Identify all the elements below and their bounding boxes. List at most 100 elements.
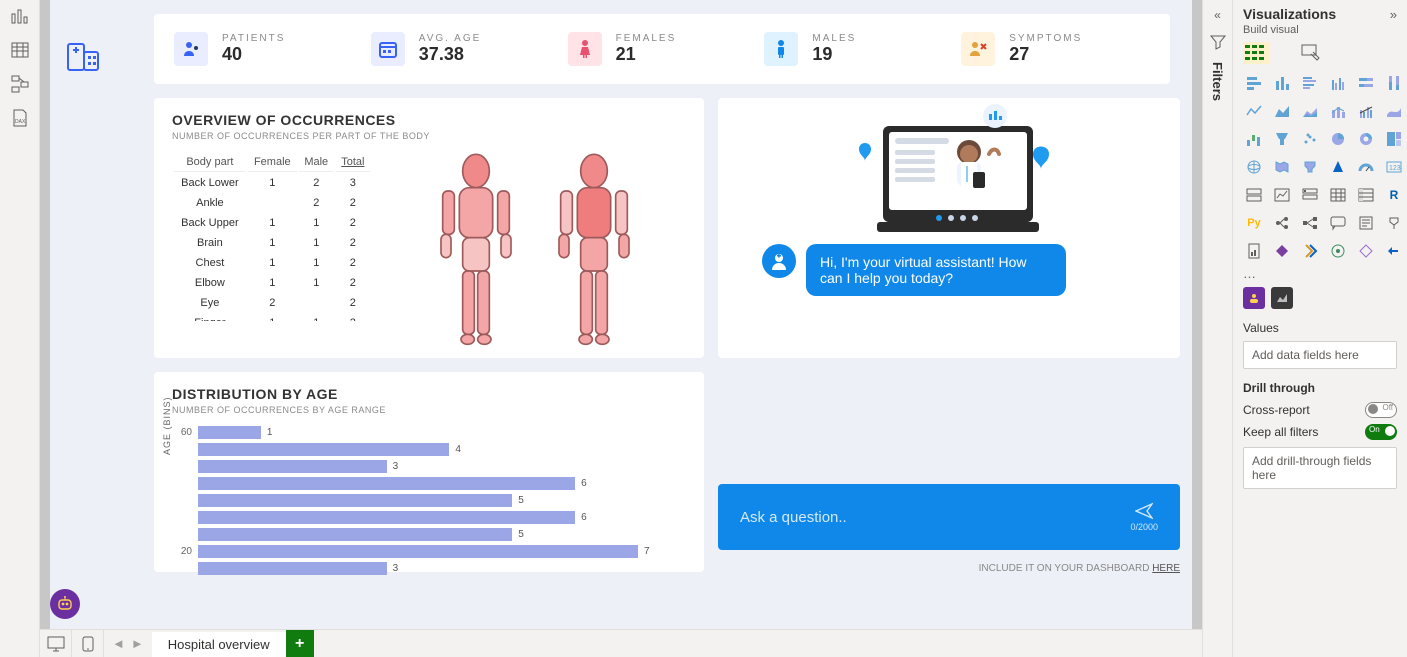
kpi-visual-icon[interactable] — [1271, 184, 1293, 206]
col-female[interactable]: Female — [248, 153, 297, 172]
line-chart-icon[interactable] — [1243, 100, 1265, 122]
line-clustered-column-icon[interactable] — [1355, 100, 1377, 122]
occurrences-subtitle: NUMBER OF OCCURRENCES PER PART OF THE BO… — [172, 131, 686, 141]
custom-visual-2-icon[interactable] — [1271, 287, 1293, 309]
report-view-icon[interactable] — [10, 6, 30, 26]
distribution-card[interactable]: DISTRIBUTION BY AGE NUMBER OF OCCURRENCE… — [154, 372, 704, 572]
decomposition-tree-icon[interactable] — [1299, 212, 1321, 234]
bar[interactable] — [198, 562, 387, 575]
ribbon-chart-icon[interactable] — [1383, 100, 1405, 122]
gauge-icon[interactable] — [1355, 156, 1377, 178]
donut-icon[interactable] — [1355, 128, 1377, 150]
bar[interactable] — [198, 460, 387, 473]
power-automate-icon[interactable] — [1299, 240, 1321, 262]
send-icon[interactable] — [1135, 502, 1153, 520]
y-axis-title: AGE (BINS) — [162, 396, 172, 455]
custom-visual-1-icon[interactable] — [1243, 287, 1265, 309]
pie-icon[interactable] — [1327, 128, 1349, 150]
qna-visual-icon[interactable] — [1327, 212, 1349, 234]
next-page-icon[interactable]: ► — [131, 636, 144, 651]
line-stacked-column-icon[interactable] — [1327, 100, 1349, 122]
col-body-part[interactable]: Body part — [174, 153, 246, 172]
hundred-stacked-column-icon[interactable] — [1383, 72, 1405, 94]
col-total[interactable]: Total — [336, 153, 370, 172]
matrix-icon[interactable] — [1355, 184, 1377, 206]
kpi-patients-value: 40 — [222, 44, 285, 65]
multi-row-card-icon[interactable] — [1243, 184, 1265, 206]
report-page[interactable]: PATIENTS 40 AVG. AGE 37.38 — [50, 0, 1192, 629]
smart-narrative-icon[interactable] — [1355, 212, 1377, 234]
ask-placeholder: Ask a question.. — [740, 509, 847, 526]
include-here-link[interactable]: HERE — [1152, 563, 1180, 574]
key-influencers-icon[interactable] — [1271, 212, 1293, 234]
data-view-icon[interactable] — [10, 40, 30, 60]
shape-map-icon[interactable] — [1299, 156, 1321, 178]
more-visuals-button[interactable]: … — [1233, 262, 1407, 287]
python-visual-icon[interactable]: Py — [1243, 212, 1265, 234]
r-visual-icon[interactable]: R — [1383, 184, 1405, 206]
col-male[interactable]: Male — [299, 153, 334, 172]
goals-visual-icon[interactable] — [1383, 212, 1405, 234]
build-visual-mode-icon[interactable] — [1243, 42, 1269, 64]
scatter-icon[interactable] — [1299, 128, 1321, 150]
expand-filters-icon[interactable]: « — [1214, 8, 1221, 22]
format-visual-mode-icon[interactable] — [1299, 42, 1323, 64]
table-icon[interactable] — [1327, 184, 1349, 206]
clustered-bar-icon[interactable] — [1299, 72, 1321, 94]
occurrences-table[interactable]: Body part Female Male Total Back Lower12… — [172, 151, 372, 321]
table-row[interactable]: Brain112 — [174, 234, 370, 252]
table-row[interactable]: Ankle22 — [174, 194, 370, 212]
azure-map-icon[interactable] — [1327, 156, 1349, 178]
model-view-icon[interactable] — [10, 74, 30, 94]
table-row[interactable]: Chest112 — [174, 254, 370, 272]
filled-map-icon[interactable] — [1271, 156, 1293, 178]
power-apps-icon[interactable] — [1271, 240, 1293, 262]
cross-report-toggle[interactable]: Off — [1365, 402, 1397, 418]
waterfall-icon[interactable] — [1243, 128, 1265, 150]
funnel-icon[interactable] — [1271, 128, 1293, 150]
drill-through-field-well[interactable]: Add drill-through fields here — [1243, 447, 1397, 489]
stacked-bar-icon[interactable] — [1243, 72, 1265, 94]
copilot-bot-button[interactable] — [50, 589, 80, 619]
bar[interactable] — [198, 511, 575, 524]
get-more-visuals-icon[interactable] — [1383, 240, 1405, 262]
hundred-stacked-bar-icon[interactable] — [1355, 72, 1377, 94]
table-row[interactable]: Back Upper112 — [174, 214, 370, 232]
clustered-column-icon[interactable] — [1327, 72, 1349, 94]
card-visual-icon[interactable]: 123 — [1383, 156, 1405, 178]
bar[interactable] — [198, 494, 512, 507]
table-cell: 1 — [248, 214, 297, 232]
prev-page-icon[interactable]: ◄ — [112, 636, 125, 651]
bar[interactable] — [198, 528, 512, 541]
expand-viz-icon[interactable]: » — [1390, 7, 1397, 22]
area-chart-icon[interactable] — [1271, 100, 1293, 122]
custom-visual-icon[interactable] — [1355, 240, 1377, 262]
paginated-report-icon[interactable] — [1243, 240, 1265, 262]
keep-filters-toggle[interactable]: On — [1365, 424, 1397, 440]
treemap-icon[interactable] — [1383, 128, 1405, 150]
table-row[interactable]: Finger112 — [174, 314, 370, 321]
bar[interactable] — [198, 443, 449, 456]
dax-view-icon[interactable]: DAX — [10, 108, 30, 128]
bar[interactable] — [198, 545, 638, 558]
stacked-column-icon[interactable] — [1271, 72, 1293, 94]
stacked-area-icon[interactable] — [1299, 100, 1321, 122]
mobile-layout-icon[interactable] — [72, 630, 104, 657]
table-row[interactable]: Back Lower123 — [174, 174, 370, 192]
desktop-layout-icon[interactable] — [40, 630, 72, 657]
table-row[interactable]: Eye22 — [174, 294, 370, 312]
page-tab-hospital-overview[interactable]: Hospital overview — [152, 630, 286, 657]
table-row[interactable]: Elbow112 — [174, 274, 370, 292]
map-icon[interactable] — [1243, 156, 1265, 178]
slicer-icon[interactable] — [1299, 184, 1321, 206]
occurrences-card[interactable]: OVERVIEW OF OCCURRENCES NUMBER OF OCCURR… — [154, 98, 704, 358]
virtual-assistant-card[interactable]: Hi, I'm your virtual assistant! How can … — [718, 98, 1180, 358]
ask-question-input[interactable]: Ask a question.. 0/2000 — [718, 484, 1180, 550]
bar[interactable] — [198, 426, 261, 439]
arcgis-icon[interactable] — [1327, 240, 1349, 262]
filters-pane-collapsed[interactable]: « Filters — [1202, 0, 1232, 657]
bar[interactable] — [198, 477, 575, 490]
values-field-well[interactable]: Add data fields here — [1243, 341, 1397, 369]
cross-report-label: Cross-report — [1243, 403, 1310, 417]
add-page-button[interactable]: + — [286, 630, 314, 657]
